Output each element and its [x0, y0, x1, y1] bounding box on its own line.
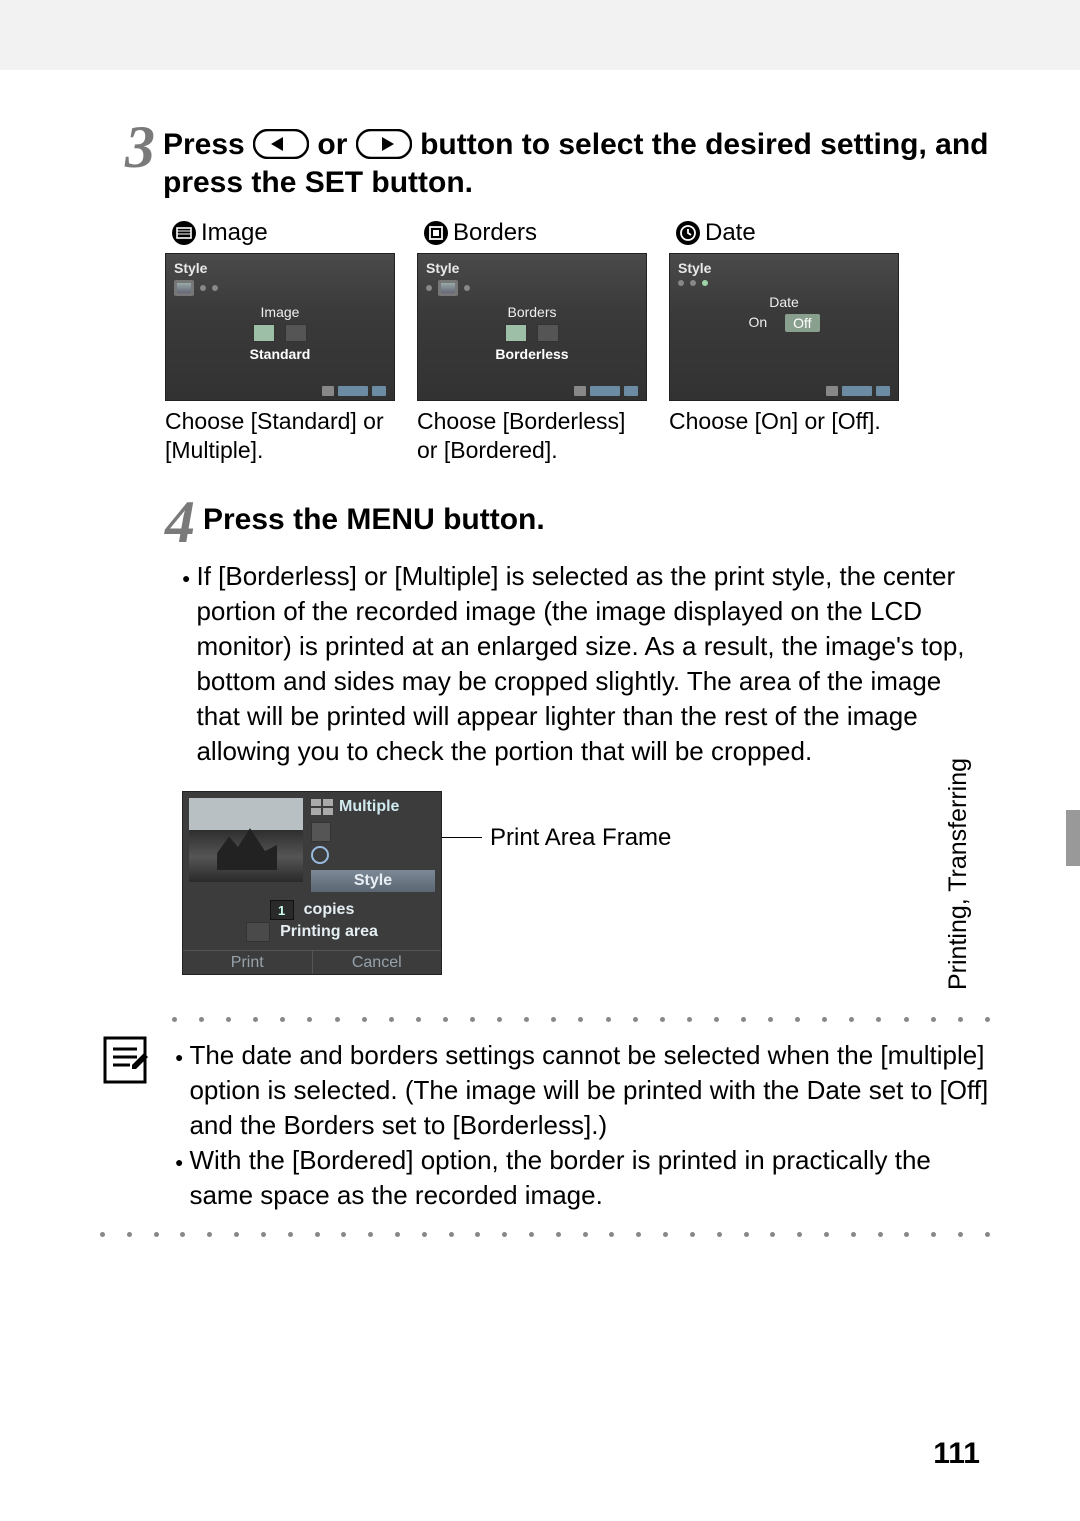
lcd-date-off: Off: [785, 314, 819, 332]
thumb-date: Date Style Date On Off Choose [On] or [O…: [669, 219, 899, 465]
lcd-image-top: Style: [174, 260, 386, 276]
lcd-clock-row: [311, 846, 435, 864]
lcd-border-row: [311, 822, 435, 842]
step-3-title-b: or: [317, 128, 355, 161]
style-thumbnails: Image Style Image Standard Choose [Stand…: [165, 219, 990, 465]
lcd-image: Style Image Standard: [165, 253, 395, 401]
lcd-printing-area-label: Printing area: [280, 923, 378, 941]
note-bullet-2: With the [Bordered] option, the border i…: [175, 1143, 990, 1213]
thumb-borders-caption: Choose [Borderless] or [Bordered].: [417, 407, 647, 465]
step-4: 4 Press the MENU button.: [100, 495, 990, 549]
note-bullet-2-text: With the [Bordered] option, the border i…: [189, 1143, 990, 1213]
lcd-borders-icons: [426, 280, 638, 296]
lcd-borders-heading: Borders: [426, 304, 638, 320]
note-box: The date and borders settings cannot be …: [100, 1017, 990, 1236]
image-icon: [171, 220, 197, 246]
lcd-date-icons: [678, 280, 890, 286]
print-area-frame-label: Print Area Frame: [490, 824, 671, 852]
page-number: 111: [933, 1437, 980, 1471]
step-4-body: If [Borderless] or [Multiple] is selecte…: [182, 559, 990, 770]
step-3: 3 Press or button to select the desired …: [100, 120, 990, 201]
lcd-multiple-row: Multiple: [311, 798, 435, 816]
thumb-borders-label-text: Borders: [453, 219, 537, 247]
note-icon: [102, 1035, 148, 1085]
grid-icon: [311, 799, 333, 815]
thumb-image-label-text: Image: [201, 219, 268, 247]
step-4-bullet-text: If [Borderless] or [Multiple] is selecte…: [196, 559, 990, 770]
thumb-date-caption: Choose [On] or [Off].: [669, 407, 899, 436]
side-tab-label: Printing, Transferring: [944, 758, 973, 990]
lcd-date-top: Style: [678, 260, 890, 276]
leader-line: [442, 837, 482, 838]
step-4-title: Press the MENU button.: [203, 495, 545, 539]
step-3-number: 3: [100, 120, 155, 174]
lcd-copies-count: 1: [270, 900, 294, 920]
thumb-date-label: Date: [675, 219, 899, 247]
print-area-lcd: Multiple Style 1 copies Printing area Pr…: [182, 791, 442, 975]
thumb-image: Image Style Image Standard Choose [Stand…: [165, 219, 395, 465]
top-bar: [0, 0, 1080, 70]
note-content: The date and borders settings cannot be …: [175, 1022, 990, 1213]
lcd-borders-top: Style: [426, 260, 638, 276]
thumb-image-caption: Choose [Standard] or [Multiple].: [165, 407, 395, 465]
lcd-image-heading: Image: [174, 304, 386, 320]
thumb-borders: Borders Style Borders Borderless Choose …: [417, 219, 647, 465]
step-3-title: Press or button to select the desired se…: [163, 120, 990, 201]
lcd-image-icons: [174, 280, 386, 296]
lcd-lower: 1 copies Printing area: [189, 900, 435, 942]
side-tab: Printing, Transferring: [1048, 810, 1080, 1100]
lcd-borders: Style Borders Borderless: [417, 253, 647, 401]
date-icon: [675, 220, 701, 246]
lcd-borders-value: Borderless: [426, 346, 638, 362]
lcd-image-value: Standard: [174, 346, 386, 362]
left-button-icon: [253, 129, 309, 159]
thumb-borders-label: Borders: [423, 219, 647, 247]
thumb-image-label: Image: [171, 219, 395, 247]
right-button-icon: [356, 129, 412, 159]
note-bullet-1: The date and borders settings cannot be …: [175, 1038, 990, 1143]
step-3-title-a: Press: [163, 128, 253, 161]
print-area-figure: Multiple Style 1 copies Printing area Pr…: [182, 791, 990, 975]
print-area-photo: [189, 798, 303, 882]
lcd-print-btn: Print: [183, 950, 312, 974]
lcd-date: Style Date On Off: [669, 253, 899, 401]
step-4-bullet: If [Borderless] or [Multiple] is selecte…: [182, 559, 990, 770]
lcd-footer: Print Cancel: [183, 950, 441, 974]
lcd-cancel-btn: Cancel: [312, 950, 442, 974]
borders-icon: [423, 220, 449, 246]
lcd-date-on: On: [748, 314, 767, 332]
lcd-date-heading: Date: [678, 294, 890, 310]
step-4-number: 4: [140, 495, 195, 549]
note-bullet-1-text: The date and borders settings cannot be …: [189, 1038, 990, 1143]
side-tab-marker: [1066, 810, 1080, 866]
thumb-date-label-text: Date: [705, 219, 756, 247]
lcd-multiple-text: Multiple: [339, 798, 399, 816]
lcd-copies-label: copies: [304, 901, 355, 919]
lcd-style-bar: Style: [311, 870, 435, 892]
page: 3 Press or button to select the desired …: [0, 0, 1080, 1521]
note-dots-bottom: [100, 1232, 990, 1237]
